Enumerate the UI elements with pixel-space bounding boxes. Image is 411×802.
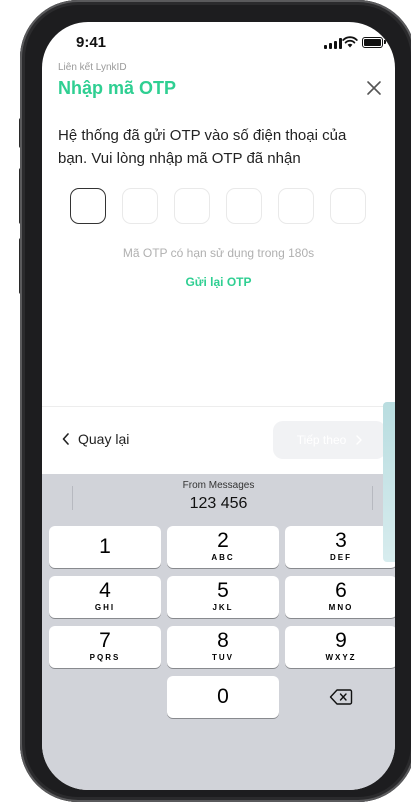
key-5[interactable]: 5 JKL <box>167 576 279 618</box>
otp-digit-4[interactable] <box>226 188 262 224</box>
otp-digit-2[interactable] <box>122 188 158 224</box>
resend-otp-link[interactable]: Gửi lại OTP <box>42 275 395 289</box>
key-digit: 4 <box>99 579 111 602</box>
background-edge <box>383 402 395 562</box>
back-button-label: Quay lại <box>78 431 130 447</box>
otp-digit-5[interactable] <box>278 188 314 224</box>
back-button[interactable]: Quay lại <box>62 431 129 447</box>
instruction-text: Hệ thống đã gửi OTP vào số điện thoại củ… <box>58 127 347 167</box>
otp-digit-6[interactable] <box>330 188 366 224</box>
key-letters: GHI <box>94 603 116 612</box>
status-time: 9:41 <box>76 34 107 51</box>
otp-input-group <box>70 188 366 224</box>
next-button-label: Tiếp theo <box>296 433 347 447</box>
key-3[interactable]: 3 DEF <box>285 526 395 568</box>
delete-key[interactable] <box>285 676 395 718</box>
suggestion-code: 123 456 <box>189 495 248 512</box>
next-button[interactable]: Tiếp theo <box>273 421 386 459</box>
key-4[interactable]: 4 GHI <box>49 576 161 618</box>
numeric-keyboard: From Messages 123 456 1 2 ABC 3 DEF 4 GH… <box>42 474 395 790</box>
key-1[interactable]: 1 <box>49 526 161 568</box>
otp-expiry-hint: Mã OTP có hạn sử dụng trong 180s <box>122 246 315 260</box>
key-digit: 7 <box>99 629 111 652</box>
battery-icon <box>362 37 386 48</box>
key-digit: 2 <box>217 529 229 552</box>
key-letters: PQRS <box>89 653 121 662</box>
key-9[interactable]: 9 WXYZ <box>285 626 395 668</box>
key-digit: 5 <box>217 579 229 602</box>
key-6[interactable]: 6 MNO <box>285 576 395 618</box>
chevron-left-icon <box>62 433 69 445</box>
key-0[interactable]: 0 <box>167 676 279 718</box>
key-digit: 1 <box>99 535 111 558</box>
otp-autofill-suggestion[interactable]: From Messages 123 456 <box>42 474 395 518</box>
key-digit: 9 <box>335 629 347 652</box>
header-subtitle: Liên kết LynkID <box>58 62 127 73</box>
key-letters: TUV <box>212 653 234 662</box>
otp-digit-3[interactable] <box>174 188 210 224</box>
backspace-icon <box>329 689 353 705</box>
key-digit: 6 <box>335 579 347 602</box>
cellular-signal-icon <box>324 38 342 49</box>
key-digit: 8 <box>217 629 229 652</box>
chevron-right-icon <box>356 435 362 445</box>
close-icon[interactable] <box>364 78 384 98</box>
page-title: Nhập mã OTP <box>58 78 177 98</box>
key-7[interactable]: 7 PQRS <box>49 626 161 668</box>
otp-digit-1[interactable] <box>70 188 106 224</box>
suggestion-source: From Messages <box>182 480 255 491</box>
wifi-icon <box>342 36 358 48</box>
key-letters: WXYZ <box>325 653 357 662</box>
key-digit: 0 <box>217 685 229 708</box>
status-bar: 9:41 <box>42 34 395 56</box>
action-bar: Quay lại Tiếp theo <box>42 406 395 475</box>
key-digit: 3 <box>335 529 347 552</box>
key-letters: DEF <box>330 553 352 562</box>
key-letters: JKL <box>212 603 234 612</box>
key-2[interactable]: 2 ABC <box>167 526 279 568</box>
key-letters: ABC <box>211 553 235 562</box>
key-letters: MNO <box>328 603 354 612</box>
key-8[interactable]: 8 TUV <box>167 626 279 668</box>
phone-screen: 9:41 Liên kết LynkID Nhập mã OTP Hệ thốn… <box>42 22 395 790</box>
